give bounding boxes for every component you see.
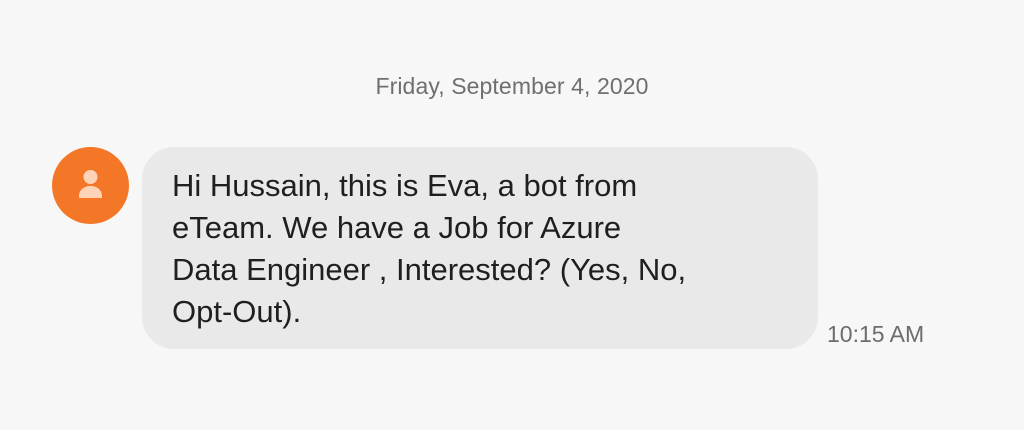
date-header: Friday, September 4, 2020 bbox=[375, 73, 649, 99]
message-thread: Friday, September 4, 2020 Hi Hussain, th… bbox=[0, 0, 1024, 430]
message-timestamp: 10:15 AM bbox=[827, 321, 925, 347]
person-icon bbox=[79, 170, 102, 198]
message-text: Hi Hussain, this is Eva, a bot from eTea… bbox=[172, 168, 687, 329]
received-message-bubble[interactable]: Hi Hussain, this is Eva, a bot from eTea… bbox=[142, 147, 818, 349]
contact-avatar[interactable] bbox=[52, 147, 129, 224]
